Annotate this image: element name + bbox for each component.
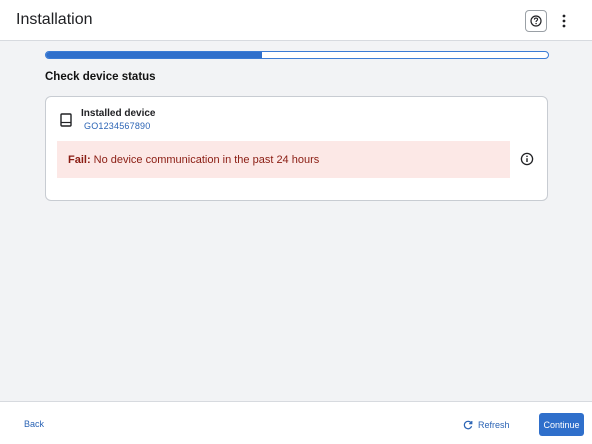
refresh-icon	[463, 420, 473, 430]
fail-alert: Fail: No device communication in the pas…	[57, 141, 510, 178]
footer-bar: Back Refresh Continue	[0, 401, 592, 444]
more-options-button[interactable]	[556, 10, 572, 32]
more-vertical-icon	[562, 14, 566, 28]
refresh-button[interactable]: Refresh	[463, 418, 510, 432]
back-button[interactable]: Back	[24, 419, 44, 429]
app-header: Installation	[0, 0, 592, 41]
device-serial: GO1234567890	[84, 121, 151, 131]
continue-button[interactable]: Continue	[539, 413, 584, 436]
section-title: Check device status	[45, 71, 156, 83]
progress-bar	[45, 51, 549, 59]
help-button[interactable]	[525, 10, 547, 32]
progress-fill	[46, 52, 262, 58]
device-status-card: Installed device GO1234567890 Fail: No d…	[45, 96, 548, 201]
page-title: Installation	[16, 11, 93, 28]
device-icon	[60, 113, 72, 127]
refresh-label: Refresh	[478, 420, 510, 430]
info-icon[interactable]	[520, 152, 534, 166]
help-circle-icon	[530, 15, 542, 27]
device-name: Installed device	[81, 108, 156, 119]
alert-message: No device communication in the past 24 h…	[93, 153, 320, 166]
alert-label: Fail:	[68, 153, 91, 166]
